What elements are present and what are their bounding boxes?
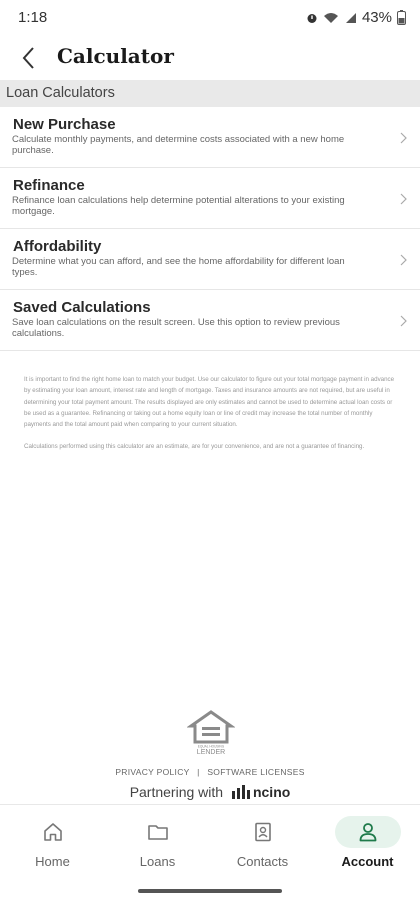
section-title: Loan Calculators	[6, 85, 115, 101]
partner-line: Partnering with ncino	[0, 784, 420, 800]
signal-icon	[345, 12, 356, 23]
ncino-bars-icon	[231, 785, 250, 799]
section-header: Loan Calculators	[0, 80, 420, 107]
list-item-title: Saved Calculations	[13, 299, 151, 316]
footer-separator: |	[197, 767, 200, 777]
calculator-list: New Purchase Calculate monthly payments,…	[0, 107, 420, 351]
nav-label-loans: Loans	[139, 854, 176, 869]
logo-text: LENDER	[197, 749, 225, 756]
list-item-affordability[interactable]: Affordability Determine what you can aff…	[0, 229, 420, 290]
list-item-title: Affordability	[13, 238, 102, 255]
privacy-policy-link[interactable]: PRIVACY POLICY	[115, 767, 189, 777]
contact-card-icon	[254, 822, 271, 842]
disclaimer-paragraph: It is important to find the right home l…	[24, 376, 395, 429]
equal-housing-lender-logo: EQUAL HOUSING LENDER	[187, 710, 235, 756]
person-icon	[359, 823, 376, 842]
chevron-right-icon	[400, 254, 407, 266]
alarm-icon	[307, 13, 317, 23]
back-button[interactable]	[14, 42, 46, 74]
software-licenses-link[interactable]: SOFTWARE LICENSES	[207, 767, 304, 777]
list-item-saved-calculations[interactable]: Saved Calculations Save loan calculation…	[0, 290, 420, 351]
chevron-left-icon	[22, 47, 34, 69]
home-indicator	[138, 889, 282, 893]
footer-links: PRIVACY POLICY | SOFTWARE LICENSES	[0, 767, 420, 777]
app-header: Calculator	[0, 36, 420, 80]
list-item-title: Refinance	[13, 177, 85, 194]
list-item-description: Refinance loan calculations help determi…	[12, 195, 345, 217]
list-item-description: Calculate monthly payments, and determin…	[12, 134, 345, 156]
nav-item-loans[interactable]: Loans	[105, 805, 210, 885]
nav-item-home[interactable]: Home	[0, 805, 105, 885]
list-item-description: Save loan calculations on the result scr…	[12, 317, 340, 339]
bottom-nav: Home Loans Contacts Account	[0, 804, 420, 885]
partner-brand: ncino	[252, 784, 291, 800]
partner-prefix: Partnering with	[129, 784, 224, 800]
list-item-title: New Purchase	[13, 116, 116, 133]
chevron-right-icon	[400, 193, 407, 205]
list-item-description: Determine what you can afford, and see t…	[12, 256, 345, 278]
wifi-icon	[323, 12, 338, 23]
list-item-new-purchase[interactable]: New Purchase Calculate monthly payments,…	[0, 107, 420, 168]
status-bar: 1:18 43%	[0, 0, 420, 36]
nav-label-contacts: Contacts	[236, 854, 289, 869]
disclaimer-paragraph: Calculations performed using this calcul…	[24, 443, 365, 451]
nav-item-account[interactable]: Account	[315, 805, 420, 885]
chevron-right-icon	[400, 315, 407, 327]
chevron-right-icon	[400, 132, 407, 144]
nav-item-contacts[interactable]: Contacts	[210, 805, 315, 885]
list-item-refinance[interactable]: Refinance Refinance loan calculations he…	[0, 168, 420, 229]
nav-label-account: Account	[341, 854, 394, 869]
status-icons: 43%	[306, 9, 406, 26]
logo-caption: EQUAL HOUSING	[198, 745, 225, 749]
home-icon	[43, 823, 62, 841]
page-title: Calculator	[57, 44, 174, 68]
battery-icon	[397, 10, 406, 25]
nav-label-home: Home	[35, 854, 70, 869]
disclaimer: It is important to find the right home l…	[24, 374, 396, 464]
battery-percent: 43%	[361, 9, 392, 26]
folder-icon	[147, 825, 168, 840]
status-time: 1:18	[18, 9, 48, 26]
